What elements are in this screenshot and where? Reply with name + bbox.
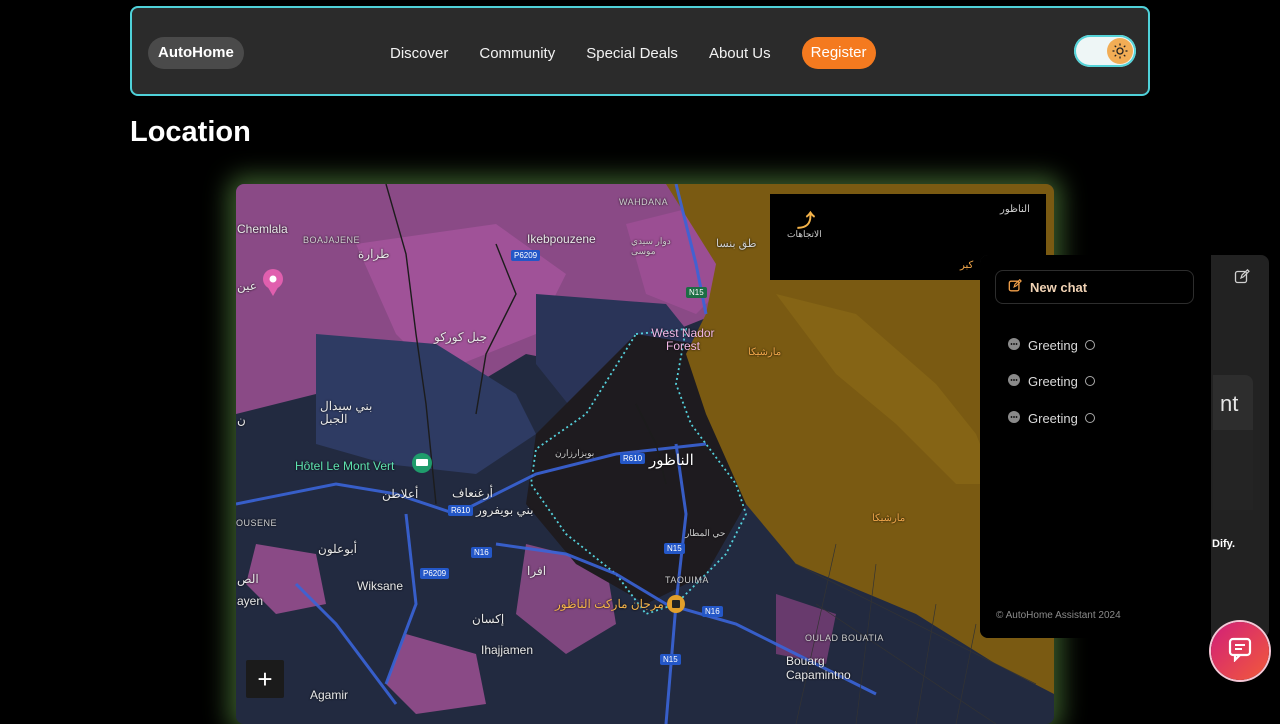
sun-icon (1107, 38, 1133, 64)
map-label: افرا (527, 564, 547, 578)
map-label: Ikebpouzene (527, 232, 596, 246)
chat-bubble-icon (1007, 373, 1021, 390)
road-label: N16 (702, 606, 723, 617)
map-label: أرغنعاف (452, 486, 493, 500)
nav-community[interactable]: Community (479, 45, 555, 62)
road-label: P6209 (511, 250, 541, 261)
map-label: مارشيكا (872, 513, 906, 524)
nav-about-us[interactable]: About Us (709, 45, 771, 62)
map-label: أعلاطن (382, 487, 419, 501)
map-label: West Nador Forest (651, 326, 715, 353)
directions-label[interactable]: الاتجاهات (787, 229, 822, 240)
status-icon (1084, 413, 1095, 423)
map-label: ayen (237, 594, 264, 608)
map-label: إكسان (472, 612, 505, 626)
map-label: TAOUIMA (665, 575, 709, 585)
map-label: BOAJAJENE (303, 235, 361, 245)
map-label: مرجان ماركت الناظور (555, 597, 664, 611)
hotel-marker-icon (412, 453, 432, 473)
chat-launcher-button[interactable] (1211, 622, 1269, 680)
info-title: الناظور (1000, 204, 1030, 215)
road-label: N15 (660, 654, 681, 665)
road-label: R610 (620, 453, 646, 464)
register-button[interactable]: Register (801, 37, 876, 69)
map-label: ن (237, 413, 246, 427)
map-label: Ihajjamen (481, 643, 534, 657)
edit-icon[interactable] (1234, 268, 1250, 290)
conversation-item[interactable]: Greeting (1007, 372, 1095, 390)
copyright-text: © AutoHome Assistant 2024 (996, 610, 1121, 621)
location-map[interactable]: P6209 N15 R610 R610 N16 P6209 N15 N16 N1… (236, 184, 1054, 724)
map-label: حي المطار (685, 528, 726, 538)
map-label: Wiksane (357, 579, 404, 593)
new-chat-label: New chat (1030, 279, 1088, 295)
road-label: N16 (471, 547, 492, 558)
edit-icon (1008, 278, 1022, 296)
map-label: بني بويفرور (476, 503, 534, 517)
chat-title-partial: nt (1220, 391, 1239, 416)
road-label: P6209 (420, 568, 450, 579)
map-label: WAHDANA (619, 197, 669, 207)
road-label: N15 (664, 543, 685, 554)
chat-bubble-icon (1007, 337, 1021, 354)
map-label: Chemlala (237, 222, 288, 236)
map-label: Hôtel Le Mont Vert (295, 459, 395, 473)
chat-sidebar: New chat Greeting Greeting Greeting © Au… (980, 255, 1211, 638)
map-label: أبوعلون (318, 542, 358, 556)
nav-special-deals[interactable]: Special Deals (586, 45, 678, 62)
road-label: R610 (448, 505, 474, 516)
map-label: جبل كوركو (434, 330, 488, 344)
chat-assistant-panel: nt Dify. New chat Greeting Greeting Gree… (980, 255, 1269, 638)
shopping-marker-icon (667, 595, 685, 613)
map-label: OUSENE (236, 518, 278, 528)
conversation-item[interactable]: Greeting (1007, 336, 1095, 354)
info-subtitle: كبر (960, 260, 974, 271)
conversation-item[interactable]: Greeting (1007, 409, 1095, 427)
map-label: طق بنسا (716, 238, 757, 250)
nav-discover[interactable]: Discover (390, 45, 448, 62)
chat-card-body (1213, 430, 1253, 510)
map-label: بني سيدال الجبل (320, 399, 373, 426)
map-label: Agamir (310, 688, 349, 702)
conversation-title: Greeting (1028, 337, 1078, 353)
top-navbar: AutoHome Discover Community Special Deal… (130, 6, 1150, 96)
map-label: عين (237, 279, 257, 293)
status-icon (1084, 340, 1095, 350)
map-label: OULAD BOUATIA (805, 633, 884, 643)
map-label: بويزارزارن (555, 448, 595, 458)
chat-bubble-icon (1007, 410, 1021, 427)
map-label: الص (237, 572, 259, 586)
map-label: طرارة (358, 247, 390, 261)
page-title: Location (130, 116, 251, 148)
zoom-in-button[interactable]: + (246, 660, 284, 698)
map-label: مارشيكا (748, 347, 782, 358)
chat-icon (1227, 636, 1253, 667)
theme-toggle[interactable] (1074, 35, 1136, 67)
new-chat-button[interactable]: New chat (995, 270, 1194, 304)
nav-links: Discover Community Special Deals About U… (390, 37, 876, 69)
conversation-title: Greeting (1028, 373, 1078, 389)
conversation-title: Greeting (1028, 410, 1078, 426)
map-label: Bouarg Capamintno (786, 654, 851, 682)
brand-logo[interactable]: AutoHome (148, 37, 244, 69)
powered-by-dify: Dify. (1212, 538, 1236, 550)
status-icon (1084, 376, 1095, 386)
map-label: دوار سيدي موسى (631, 236, 671, 256)
road-label: N15 (686, 287, 707, 298)
map-label: الناظور (649, 452, 694, 469)
